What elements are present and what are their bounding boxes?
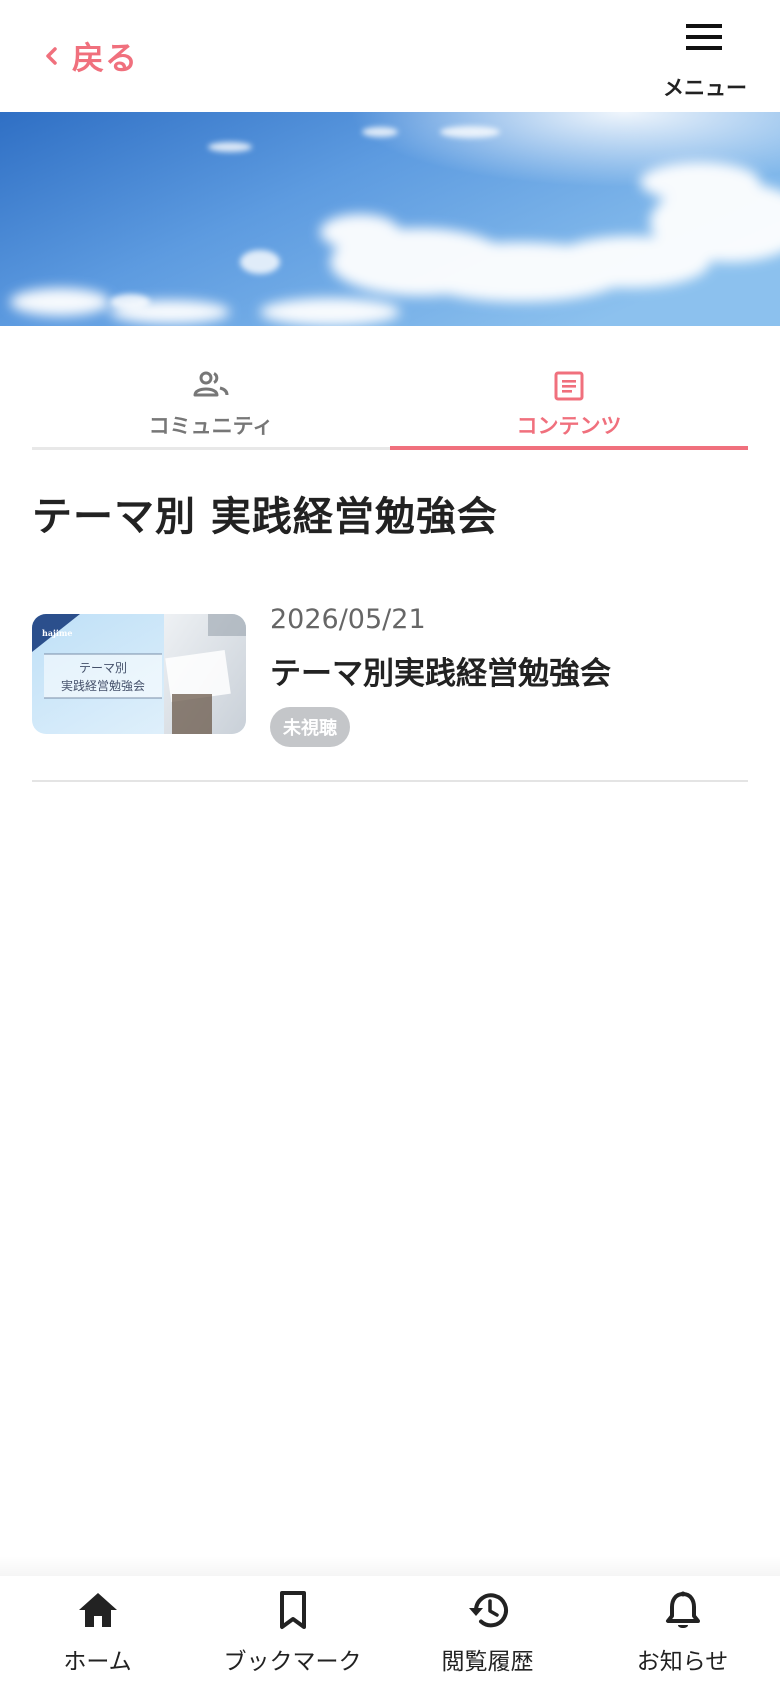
- content-list-item[interactable]: hajime テーマ別 実践経営勉強会 2026/05/21 テーマ別実践経営勉…: [32, 596, 748, 782]
- nav-history[interactable]: 閲覧履歴: [390, 1576, 585, 1688]
- nav-bookmark-label: ブックマーク: [223, 1649, 362, 1675]
- tab-contents[interactable]: コンテンツ: [390, 356, 748, 450]
- thumbnail-logo-text: hajime: [42, 628, 73, 638]
- thumbnail-line1: テーマ別: [79, 661, 127, 675]
- back-button[interactable]: 戻る: [42, 36, 139, 77]
- sky-banner-image: [0, 112, 780, 326]
- tab-community[interactable]: コミュニティ: [32, 356, 390, 450]
- tab-contents-label: コンテンツ: [516, 414, 622, 438]
- bell-icon: [665, 1591, 700, 1628]
- nav-home[interactable]: ホーム: [0, 1576, 195, 1688]
- content-thumbnail: hajime テーマ別 実践経営勉強会: [32, 614, 246, 734]
- article-icon: [554, 371, 584, 401]
- tab-bar: コミュニティ コンテンツ: [32, 356, 748, 450]
- history-icon: [468, 1593, 508, 1628]
- menu-label: メニュー: [663, 76, 747, 100]
- nav-bookmark[interactable]: ブックマーク: [195, 1576, 390, 1688]
- nav-home-label: ホーム: [63, 1649, 132, 1675]
- bookmark-icon: [279, 1591, 306, 1629]
- tab-underline: [32, 447, 390, 450]
- content-date: 2026/05/21: [270, 604, 426, 635]
- list-divider: [32, 780, 748, 782]
- menu-button[interactable]: メニュー: [660, 18, 750, 100]
- thumbnail-line2: 実践経営勉強会: [61, 678, 145, 693]
- status-badge: 未視聴: [270, 707, 350, 747]
- tab-community-label: コミュニティ: [148, 414, 274, 438]
- nav-notifications[interactable]: お知らせ: [585, 1576, 780, 1688]
- tab-underline-active: [390, 446, 748, 450]
- nav-notifications-label: お知らせ: [636, 1649, 729, 1675]
- hamburger-icon: [686, 24, 722, 50]
- people-icon: [193, 371, 229, 397]
- content-title: テーマ別実践経営勉強会: [270, 656, 611, 692]
- page-title: テーマ別 実践経営勉強会: [32, 494, 498, 540]
- bottom-navigation: ホーム ブックマーク 閲覧履歴 お知らせ: [0, 1576, 780, 1688]
- back-label: 戻る: [72, 39, 139, 77]
- nav-history-label: 閲覧履歴: [441, 1649, 534, 1675]
- app-header: 戻る メニュー: [0, 0, 780, 112]
- home-icon: [78, 1593, 117, 1627]
- chevron-left-icon: [42, 36, 72, 76]
- bottom-nav-shadow: [0, 1556, 780, 1576]
